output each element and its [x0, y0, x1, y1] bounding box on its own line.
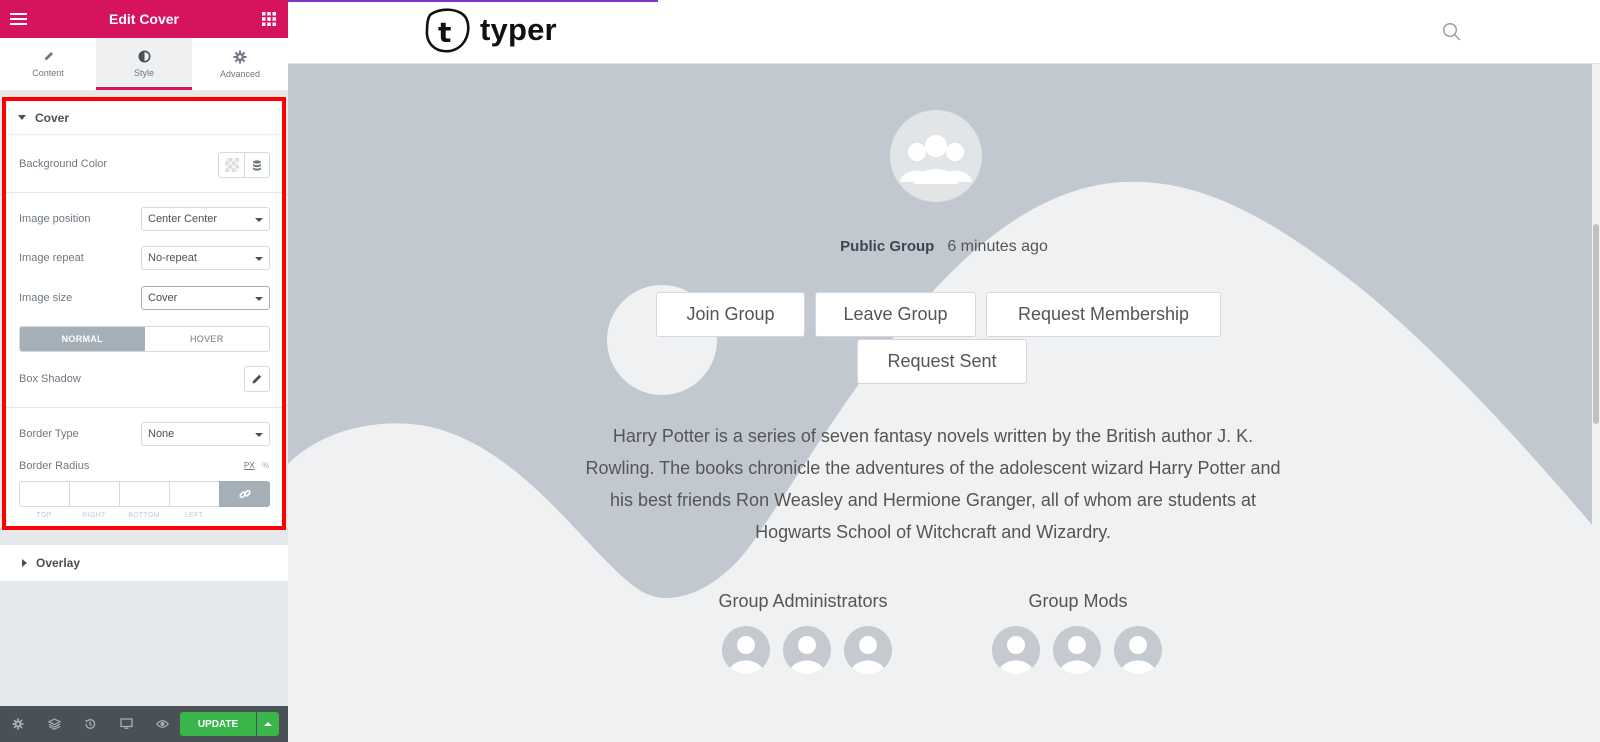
tab-hover[interactable]: HOVER — [145, 327, 270, 351]
box-shadow-label: Box Shadow — [19, 373, 81, 385]
radius-left-input[interactable] — [169, 481, 219, 507]
site-logo[interactable]: t typer — [422, 6, 557, 54]
request-sent-button[interactable]: Request Sent — [857, 339, 1027, 384]
overlay-section-title: Overlay — [36, 556, 81, 570]
box-shadow-edit-button[interactable] — [244, 366, 270, 392]
background-color-label: Background Color — [19, 158, 108, 170]
border-radius-inputs — [19, 481, 270, 507]
cover-section-header[interactable]: Cover — [6, 101, 282, 135]
tab-normal[interactable]: NORMAL — [20, 327, 145, 351]
group-description: Harry Potter is a series of seven fantas… — [585, 426, 1281, 542]
cover-section-title: Cover — [35, 110, 70, 125]
side-label-top: TOP — [36, 512, 52, 519]
side-label-right: RIGHT — [82, 512, 106, 519]
border-radius-side-labels: TOP RIGHT BOTTOM LEFT — [19, 512, 220, 519]
loading-progress-bar — [288, 0, 658, 2]
mod-avatar[interactable] — [1053, 626, 1101, 674]
update-options-button[interactable] — [257, 712, 279, 736]
svg-text:t: t — [438, 16, 451, 49]
side-label-bottom: BOTTOM — [128, 512, 160, 519]
request-membership-button[interactable]: Request Membership — [986, 292, 1221, 337]
caret-right-icon — [22, 559, 27, 567]
tab-advanced[interactable]: Advanced — [192, 38, 288, 90]
group-users-icon — [900, 135, 972, 184]
tab-content-label: Content — [32, 68, 64, 78]
preview-eye-icon[interactable] — [144, 706, 180, 742]
scrollbar-thumb[interactable] — [1593, 224, 1599, 424]
history-icon[interactable] — [72, 706, 108, 742]
panel-title: Edit Cover — [108, 11, 179, 27]
radius-right-input[interactable] — [69, 481, 119, 507]
color-picker-swatch[interactable] — [219, 153, 245, 177]
background-color-control — [218, 152, 270, 178]
unit-percent[interactable]: % — [262, 461, 269, 470]
image-repeat-select[interactable]: No-repeat — [141, 246, 270, 270]
admin-avatar[interactable] — [783, 626, 831, 674]
half-circle-icon — [138, 50, 150, 63]
group-admins-title: Group Administrators — [718, 591, 888, 611]
border-type-select[interactable]: None — [141, 422, 270, 446]
normal-hover-toggle: NORMAL HOVER — [19, 326, 270, 352]
site-header: t typer — [288, 0, 1600, 64]
border-radius-label: Border Radius — [19, 460, 90, 472]
preview-scrollbar[interactable] — [1592, 64, 1600, 742]
image-size-label: Image size — [19, 292, 73, 304]
navigator-layers-icon[interactable] — [36, 706, 72, 742]
settings-gear-icon[interactable] — [0, 706, 36, 742]
pencil-icon — [43, 52, 53, 61]
search-icon[interactable] — [1442, 22, 1462, 47]
hamburger-menu-icon[interactable] — [10, 11, 28, 27]
link-icon — [238, 489, 251, 499]
editor-panel: Edit Cover Content Style Advanced Cover — [0, 0, 288, 742]
global-colors-icon[interactable] — [245, 153, 269, 177]
join-group-button[interactable]: Join Group — [656, 292, 805, 337]
group-mods-title: Group Mods — [1028, 591, 1128, 611]
panel-tabs: Content Style Advanced — [0, 38, 288, 90]
image-repeat-label: Image repeat — [19, 252, 84, 264]
radius-bottom-input[interactable] — [119, 481, 169, 507]
side-label-left: LEFT — [184, 512, 204, 519]
tab-content[interactable]: Content — [0, 38, 96, 90]
group-type: Public Group — [840, 238, 935, 255]
unit-px[interactable]: PX — [244, 461, 255, 470]
tab-style-label: Style — [133, 68, 154, 78]
update-button[interactable]: UPDATE — [180, 712, 256, 736]
leave-group-button[interactable]: Leave Group — [815, 292, 976, 337]
border-type-label: Border Type — [19, 428, 79, 440]
mod-avatar[interactable] — [1114, 626, 1162, 674]
tab-advanced-label: Advanced — [219, 68, 261, 79]
page-preview: t typer Public Group 6 minutes ago Join G… — [288, 0, 1600, 742]
widgets-grid-icon[interactable] — [262, 12, 276, 26]
divider — [6, 407, 282, 408]
mod-avatar[interactable] — [992, 626, 1040, 674]
logo-text: typer — [480, 12, 557, 47]
image-position-select[interactable]: Center Center — [141, 207, 270, 231]
caret-down-icon — [18, 115, 26, 120]
group-avatar — [890, 110, 982, 202]
link-values-button[interactable] — [219, 481, 270, 507]
tab-style[interactable]: Style — [96, 38, 192, 90]
group-meta: Public Group 6 minutes ago — [288, 238, 1600, 256]
pencil-icon — [252, 374, 262, 384]
admin-avatar[interactable] — [844, 626, 892, 674]
image-size-select[interactable]: Cover — [141, 286, 270, 310]
panel-header: Edit Cover — [0, 0, 288, 38]
overlay-section-header[interactable]: Overlay — [0, 545, 288, 581]
image-position-label: Image position — [19, 213, 91, 225]
typer-logo-icon: t — [425, 8, 470, 53]
gear-icon — [233, 50, 247, 63]
admin-avatar[interactable] — [722, 626, 770, 674]
responsive-desktop-icon[interactable] — [108, 706, 144, 742]
divider — [6, 192, 282, 193]
group-last-active: 6 minutes ago — [947, 238, 1048, 255]
radius-top-input[interactable] — [19, 481, 69, 507]
